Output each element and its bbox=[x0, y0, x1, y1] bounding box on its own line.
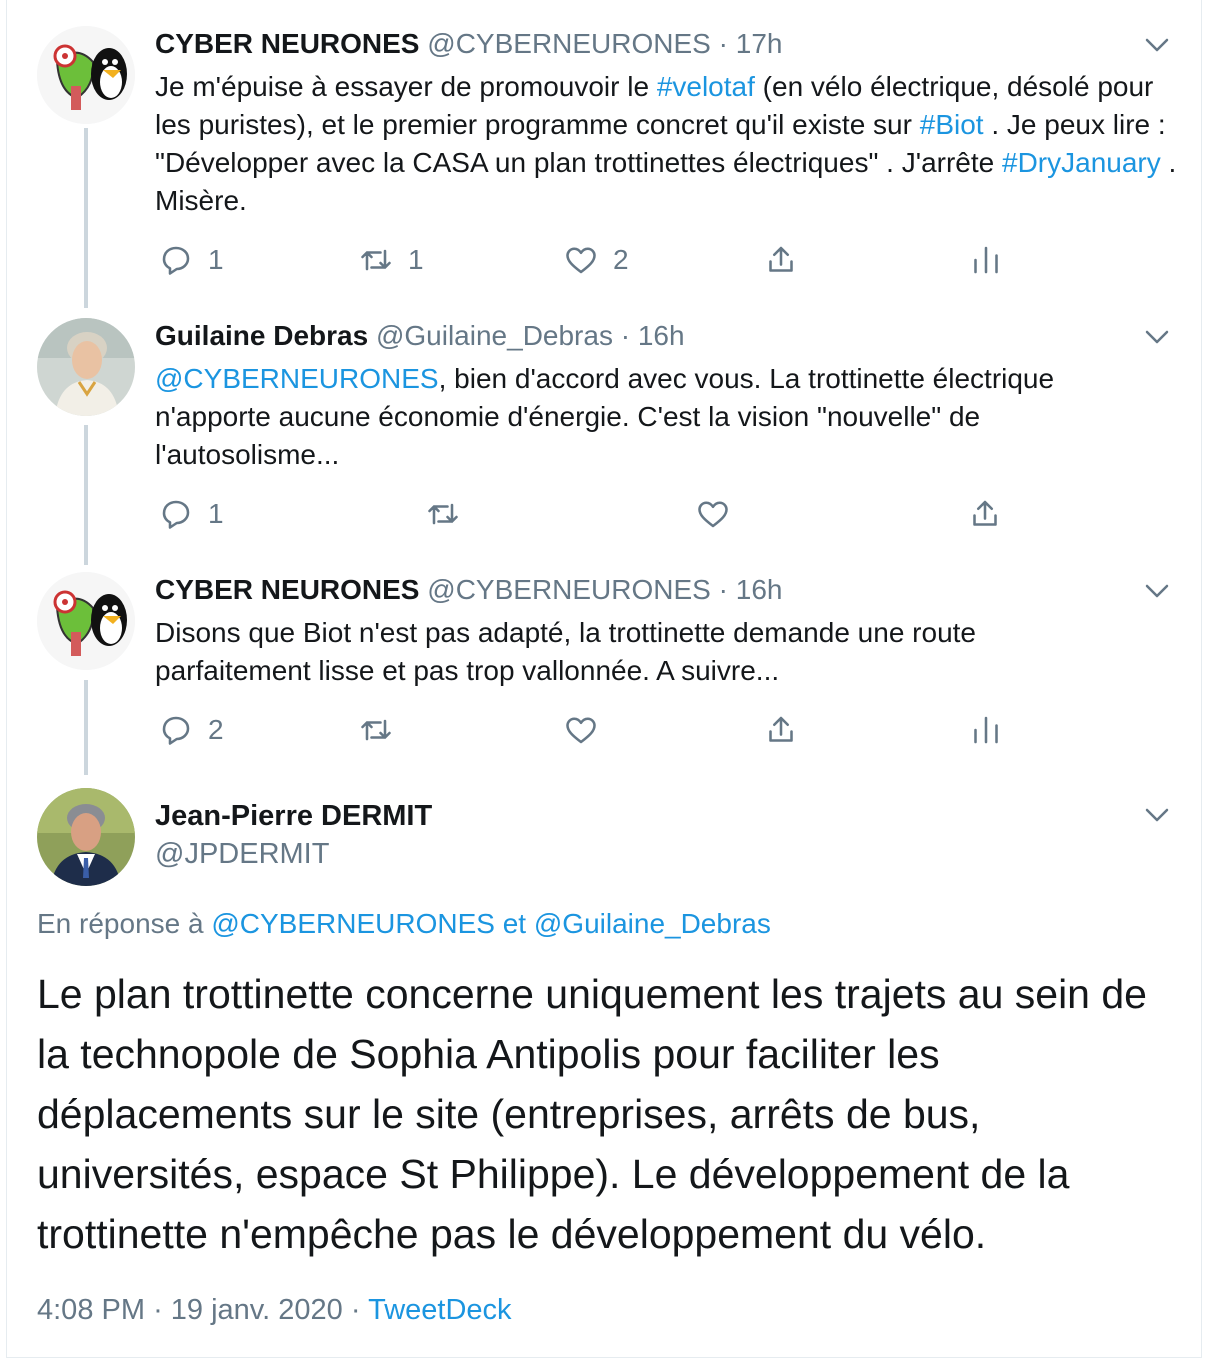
hashtag-link[interactable]: #Biot bbox=[920, 109, 984, 140]
avatar[interactable] bbox=[37, 572, 135, 670]
text-segment: Je m'épuise à essayer de promouvoir le bbox=[155, 71, 657, 102]
author-name[interactable]: Jean-Pierre DERMIT bbox=[155, 800, 432, 833]
tweet-text: Disons que Biot n'est pas adapté, la tro… bbox=[155, 614, 1115, 690]
tweet-3[interactable]: CYBER NEURONES @CYBERNEURONES · 16h Diso… bbox=[0, 572, 1206, 772]
tweet-text: @CYBERNEURONES, bien d'accord avec vous.… bbox=[155, 360, 1165, 474]
retweet-icon bbox=[361, 719, 391, 741]
mention-link[interactable]: @CYBERNEURONES bbox=[155, 363, 439, 394]
tweet-actions: 1 1 2 bbox=[155, 240, 1055, 280]
author-name[interactable]: Guilaine Debras bbox=[155, 320, 368, 351]
cyber-neurones-avatar-icon bbox=[37, 26, 135, 124]
retweet-button[interactable] bbox=[425, 494, 461, 534]
separator: · bbox=[620, 320, 631, 351]
reply-icon bbox=[162, 500, 190, 529]
chevron-down-icon[interactable] bbox=[1142, 30, 1172, 60]
tweet-date[interactable]: 19 janv. 2020 bbox=[171, 1294, 343, 1326]
author-name[interactable]: CYBER NEURONES bbox=[155, 28, 419, 59]
tweet-footer: 4:08 PM · 19 janv. 2020 · TweetDeck bbox=[37, 1294, 512, 1327]
share-button[interactable] bbox=[763, 240, 799, 280]
tweet-time[interactable]: 4:08 PM bbox=[37, 1294, 145, 1326]
reply-count: 2 bbox=[208, 714, 224, 745]
timestamp[interactable]: 17h bbox=[736, 28, 783, 59]
separator: · bbox=[153, 1294, 163, 1326]
analytics-icon bbox=[974, 246, 998, 274]
like-icon bbox=[698, 501, 728, 528]
author-name[interactable]: CYBER NEURONES bbox=[155, 574, 419, 605]
separator: · bbox=[718, 28, 728, 59]
analytics-icon bbox=[974, 716, 998, 744]
timestamp[interactable]: 16h bbox=[638, 320, 685, 351]
author-handle[interactable]: @CYBERNEURONES bbox=[427, 28, 711, 59]
retweet-icon bbox=[428, 503, 458, 525]
main-tweet: Jean-Pierre DERMIT @JPDERMIT En réponse … bbox=[0, 786, 1206, 1346]
share-icon bbox=[769, 246, 793, 272]
reply-conjunction: et bbox=[494, 908, 534, 939]
jean-pierre-dermit-avatar-icon bbox=[37, 788, 135, 886]
author-handle[interactable]: @Guilaine_Debras bbox=[376, 320, 613, 351]
reply-button[interactable]: 1 bbox=[158, 240, 224, 280]
share-button[interactable] bbox=[763, 710, 799, 750]
chevron-down-icon[interactable] bbox=[1142, 800, 1172, 830]
avatar[interactable] bbox=[37, 318, 135, 416]
hashtag-link[interactable]: #velotaf bbox=[657, 71, 755, 102]
tweet-2[interactable]: Guilaine Debras @Guilaine_Debras · 16h @… bbox=[0, 318, 1206, 558]
like-button[interactable]: 2 bbox=[563, 240, 629, 280]
client-link[interactable]: TweetDeck bbox=[368, 1294, 511, 1326]
author-handle[interactable]: @CYBERNEURONES bbox=[427, 574, 711, 605]
reply-context: En réponse à @CYBERNEURONES et @Guilaine… bbox=[37, 908, 771, 940]
share-icon bbox=[973, 500, 997, 526]
chevron-down-icon[interactable] bbox=[1142, 322, 1172, 352]
author-handle[interactable]: @JPDERMIT bbox=[155, 838, 329, 871]
chevron-down-icon[interactable] bbox=[1142, 576, 1172, 606]
reply-prefix: En réponse à bbox=[37, 908, 212, 939]
like-button[interactable] bbox=[563, 710, 599, 750]
tweet-header: CYBER NEURONES @CYBERNEURONES · 17h bbox=[155, 28, 782, 60]
retweet-count: 1 bbox=[408, 244, 424, 275]
analytics-button[interactable] bbox=[968, 240, 1004, 280]
hashtag-link[interactable]: #DryJanuary bbox=[1002, 147, 1161, 178]
retweet-button[interactable] bbox=[358, 710, 394, 750]
tweet-text: Je m'épuise à essayer de promouvoir le #… bbox=[155, 68, 1185, 220]
tweet-actions: 1 bbox=[155, 494, 1055, 534]
separator: · bbox=[350, 1294, 361, 1326]
like-icon bbox=[566, 247, 596, 274]
reply-count: 1 bbox=[208, 244, 224, 275]
reply-count: 1 bbox=[208, 498, 224, 529]
tweet-1[interactable]: CYBER NEURONES @CYBERNEURONES · 17h Je m… bbox=[0, 26, 1206, 306]
tweet-actions: 2 bbox=[155, 710, 1055, 750]
reply-icon bbox=[162, 246, 190, 275]
guilaine-debras-avatar-icon bbox=[37, 318, 135, 416]
retweet-icon bbox=[361, 249, 391, 271]
share-icon bbox=[769, 716, 793, 742]
separator: · bbox=[718, 574, 728, 605]
retweet-button[interactable]: 1 bbox=[358, 240, 424, 280]
mention-link[interactable]: @CYBERNEURONES bbox=[211, 908, 495, 939]
timestamp[interactable]: 16h bbox=[736, 574, 783, 605]
like-button[interactable] bbox=[695, 494, 731, 534]
avatar[interactable] bbox=[37, 26, 135, 124]
cyber-neurones-avatar-icon bbox=[37, 572, 135, 670]
analytics-button[interactable] bbox=[968, 710, 1004, 750]
main-tweet-text: Le plan trottinette concerne uniquement … bbox=[37, 971, 1147, 1257]
share-button[interactable] bbox=[967, 494, 1003, 534]
reply-button[interactable]: 2 bbox=[158, 710, 224, 750]
tweet-header: Guilaine Debras @Guilaine_Debras · 16h bbox=[155, 320, 685, 352]
avatar[interactable] bbox=[37, 788, 135, 886]
tweet-header: CYBER NEURONES @CYBERNEURONES · 16h bbox=[155, 574, 782, 606]
reply-icon bbox=[162, 716, 190, 745]
like-icon bbox=[566, 717, 596, 744]
text-segment: Disons que Biot n'est pas adapté, la tro… bbox=[155, 617, 976, 686]
reply-button[interactable]: 1 bbox=[158, 494, 224, 534]
mention-link[interactable]: @Guilaine_Debras bbox=[534, 908, 771, 939]
like-count: 2 bbox=[613, 244, 629, 275]
